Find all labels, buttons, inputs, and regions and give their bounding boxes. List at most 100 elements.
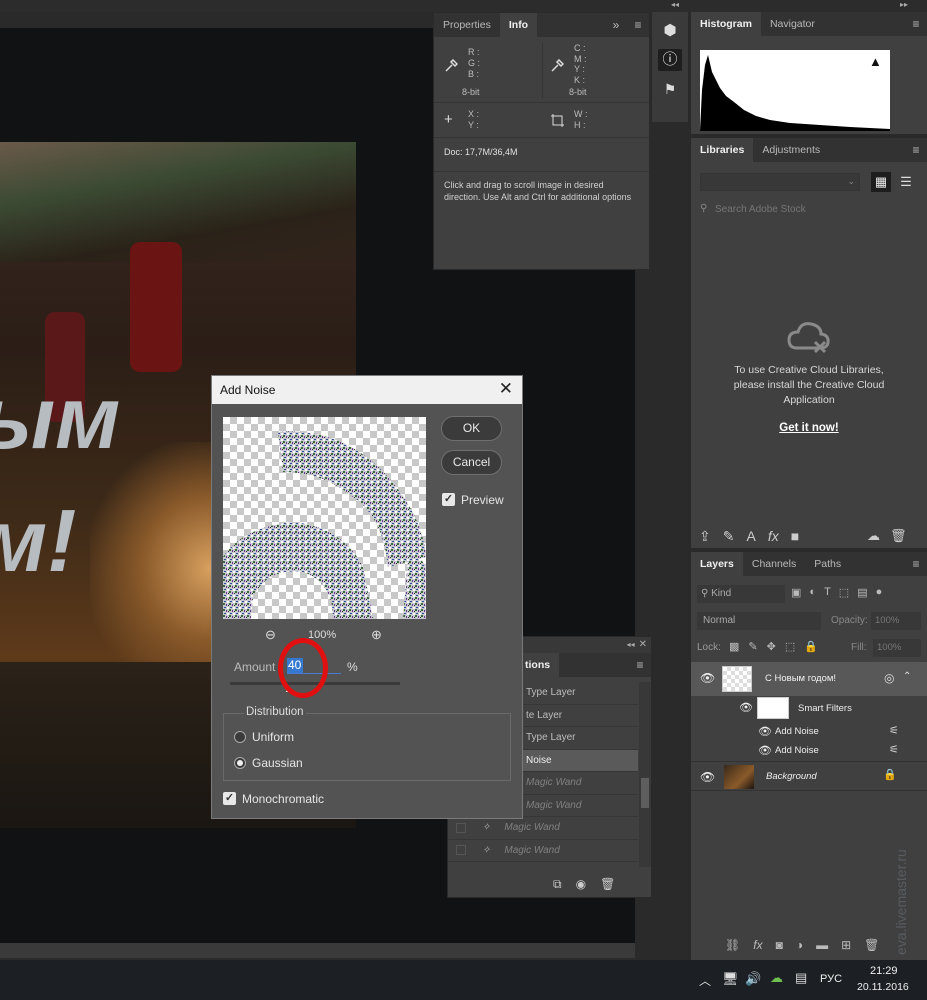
fx-icon[interactable]: fx [768,528,779,544]
lock-all-icon[interactable]: 🔒 [804,640,818,653]
close-icon[interactable]: ✕ [639,637,651,653]
brush-icon[interactable]: ✎ [723,528,735,544]
collapse-arrows-icon[interactable]: ▸▸ [900,0,908,9]
new-document-icon[interactable]: ⧉ [553,877,562,892]
upload-icon[interactable]: ⇪ [699,528,711,544]
adjustment-filter-icon[interactable]: ◐ [809,586,816,599]
opacity-input[interactable]: 100% [871,612,921,630]
panel-menu-icon[interactable]: ≡ [905,138,927,162]
tab-properties[interactable]: Properties [434,13,500,37]
panel-menu-icon[interactable]: ≡ [905,552,927,576]
history-item[interactable]: ✧ Magic Wand [448,840,638,862]
blending-options-icon[interactable]: ⚟ [889,724,899,737]
tab-navigator[interactable]: Navigator [761,12,824,36]
uniform-radio[interactable] [234,731,246,743]
layer-name[interactable]: С Новым годом! [765,673,836,684]
clock-time[interactable]: 21:29 [870,965,898,977]
info-icon[interactable]: ⓘ [658,49,682,71]
filter-row[interactable]: 👁 Add Noise ⚟ [691,741,927,760]
collapse-arrows-icon[interactable]: ◂◂ [627,637,639,653]
tab-info[interactable]: Info [499,13,538,37]
tab-channels[interactable]: Channels [743,552,805,576]
fill-input[interactable]: 100% [873,639,921,657]
preview-checkbox[interactable]: ✓ [442,493,455,506]
new-layer-icon[interactable]: ⊞ [841,938,851,952]
filter-kind-select[interactable]: ⚲ Kind [697,585,785,603]
lock-pixels-icon[interactable]: ✎ [748,640,757,653]
visibility-eye-icon[interactable]: 👁 [739,701,753,714]
link-layers-icon[interactable]: ⛓ [725,938,740,952]
chevron-up-icon[interactable]: ︿ [699,972,711,989]
trash-icon[interactable]: 🗑 [600,877,615,892]
zoom-in-icon[interactable]: ⊕ [371,627,382,643]
lock-transparent-icon[interactable]: ▩ [729,640,739,653]
type-filter-icon[interactable]: T [824,586,831,599]
grid-view-icon[interactable]: ▦ [871,172,891,192]
blending-options-icon[interactable]: ⚟ [889,743,899,756]
filter-name[interactable]: Add Noise [775,726,819,737]
cube-icon[interactable]: ⬢ [660,21,680,41]
new-group-icon[interactable]: ▬ [816,938,828,952]
scroll-thumb[interactable] [641,778,649,808]
adjustment-layer-icon[interactable]: ◑ [796,938,803,952]
smart-filters-row[interactable]: 👁 Smart Filters [691,696,927,720]
visibility-eye-icon[interactable]: 👁 [700,671,715,685]
stamp-icon[interactable]: ⚑ [660,81,680,101]
get-it-now-link[interactable]: Get it now! [691,422,927,434]
pixel-filter-icon[interactable]: ▣ [791,586,801,599]
preview-area[interactable] [223,417,426,619]
filter-toggle-icon[interactable]: ● [876,586,883,599]
shape-filter-icon[interactable]: ⬚ [839,586,849,599]
collapse-icon[interactable]: ⌃ [903,671,911,682]
trash-icon[interactable]: 🗑 [890,528,907,544]
stock-search-input[interactable] [715,200,915,218]
tab-adjustments[interactable]: Adjustments [753,138,829,162]
visibility-eye-icon[interactable]: 👁 [700,770,715,784]
close-icon[interactable]: ✕ [499,379,513,399]
tab-paths[interactable]: Paths [805,552,850,576]
smart-object-filter-icon[interactable]: ▤ [857,586,867,599]
history-scrollbar[interactable] [639,682,651,867]
lock-position-icon[interactable]: ✥ [767,640,776,653]
cloud-sync-icon[interactable]: ☁ [770,970,783,986]
library-select[interactable]: ⌄ [700,173,860,191]
language-indicator[interactable]: РУС [820,973,842,985]
tab-histogram[interactable]: Histogram [691,12,761,36]
panel-menu-icon[interactable]: ≡ [629,653,651,677]
blend-mode-select[interactable]: Normal [697,612,821,630]
layer-row-text[interactable]: 👁 С Новым годом! ◎ ⌃ [691,662,927,696]
layer-row-background[interactable]: 👁 Background 🔒 [691,761,927,791]
history-item[interactable]: ✧ Magic Wand [448,817,638,840]
network-icon[interactable]: 🖥 [722,971,739,987]
text-icon[interactable]: A [746,528,755,544]
add-mask-icon[interactable]: ◙ [776,938,783,952]
cloud-sync-icon[interactable]: ☁ [867,528,880,544]
ok-button[interactable]: OK [441,416,502,441]
monochromatic-checkbox[interactable]: ✓ [223,792,236,805]
visibility-eye-icon[interactable]: 👁 [758,744,772,757]
collapse-arrows-icon[interactable]: ◂◂ [671,0,679,9]
tab-layers[interactable]: Layers [691,552,743,576]
clock-date[interactable]: 20.11.2016 [857,981,909,993]
filter-name[interactable]: Add Noise [775,745,819,756]
notification-icon[interactable]: ▤ [795,970,807,986]
camera-icon[interactable]: ◉ [576,877,586,892]
list-view-icon[interactable]: ☰ [896,172,916,192]
warning-icon[interactable]: ▲ [869,54,882,69]
document-scrollbar[interactable] [0,943,635,958]
lock-artboard-icon[interactable]: ⬚ [785,640,795,653]
gaussian-radio[interactable] [234,757,246,769]
panel-menu-icon[interactable]: ≡ [905,12,927,36]
trash-icon[interactable]: 🗑 [864,938,879,952]
color-swatch-icon[interactable]: ■ [791,528,799,544]
tab-libraries[interactable]: Libraries [691,138,754,162]
visibility-eye-icon[interactable]: 👁 [758,725,772,738]
cancel-button[interactable]: Cancel [441,450,502,475]
panel-menu-icon[interactable]: ≡ [627,13,649,37]
layer-name[interactable]: Background [766,771,817,782]
volume-icon[interactable]: 🔊 [745,971,761,987]
fx-icon[interactable]: fx [753,938,762,952]
expand-icon[interactable]: » [605,13,627,37]
filter-row[interactable]: 👁 Add Noise ⚟ [691,722,927,741]
zoom-out-icon[interactable]: ⊖ [265,627,276,643]
